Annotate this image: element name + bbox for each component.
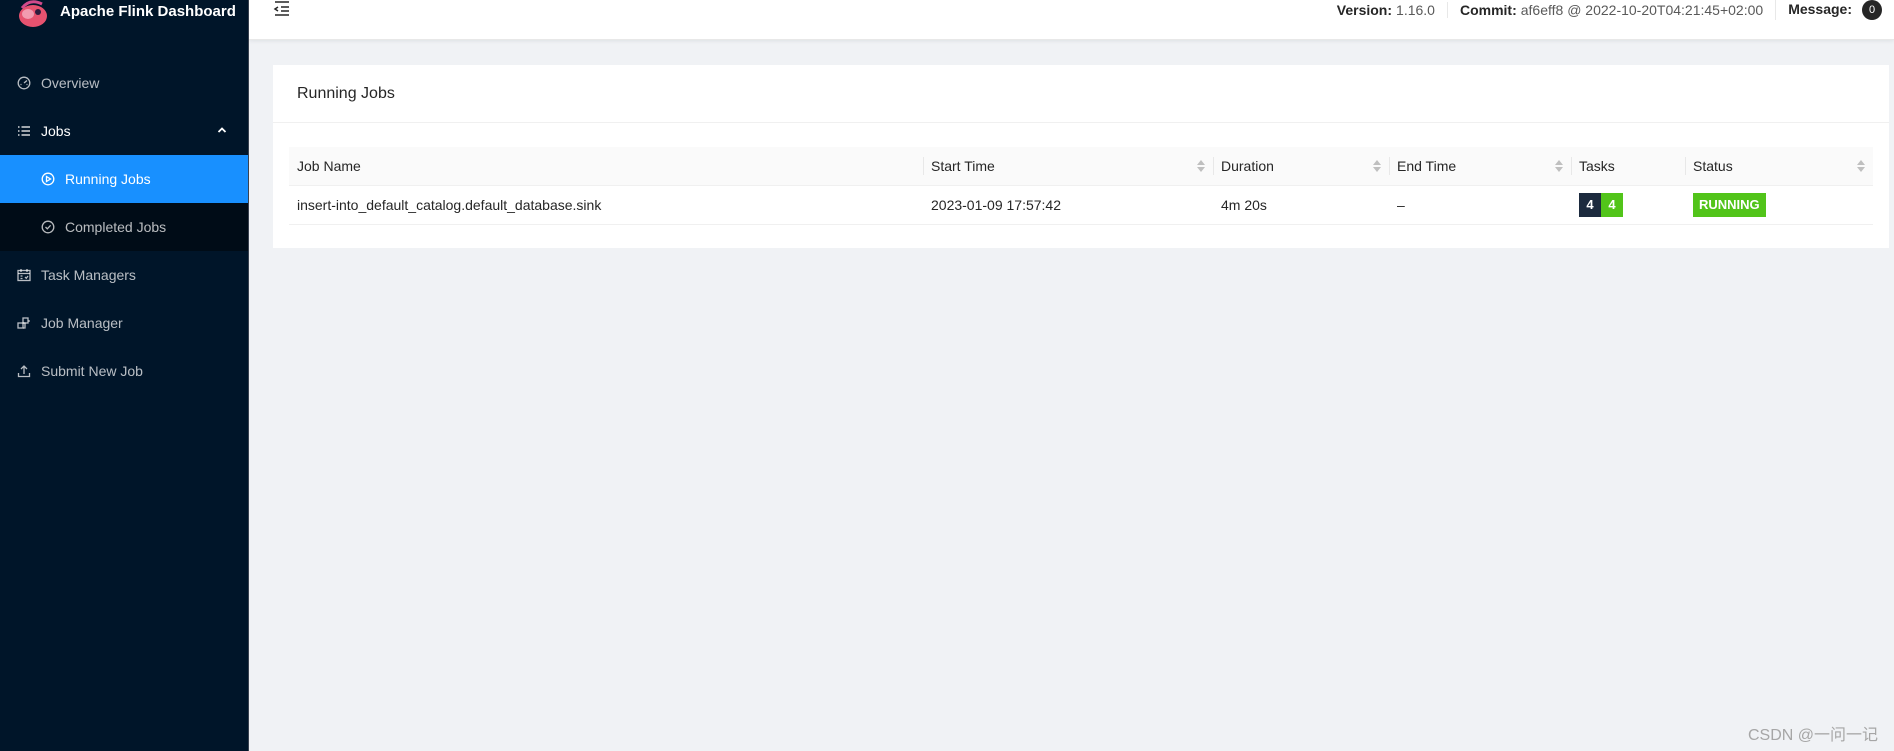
page-title: Running Jobs	[273, 65, 1889, 123]
schedule-icon	[17, 268, 31, 282]
sort-icon[interactable]	[1555, 160, 1563, 172]
jobs-table-wrap: Job Name Start Time Duration End Time Ta…	[273, 123, 1889, 225]
message-count-badge[interactable]: 0	[1862, 0, 1882, 20]
sidebar: Apache Flink Dashboard Overview Jobs Run…	[0, 0, 249, 751]
sidebar-menu: Overview Jobs Running Jobs Completed Job…	[0, 59, 248, 395]
column-divider	[1213, 157, 1214, 175]
build-icon	[17, 316, 31, 330]
column-divider	[923, 157, 924, 175]
sort-icon[interactable]	[1197, 160, 1205, 172]
sidebar-item-label: Completed Jobs	[65, 219, 167, 235]
app-title: Apache Flink Dashboard	[60, 2, 236, 20]
message-info[interactable]: Message: 0	[1775, 0, 1894, 20]
menu-fold-icon[interactable]	[273, 0, 291, 16]
cell-job-name: insert-into_default_catalog.default_data…	[289, 185, 923, 225]
sidebar-item-label: Task Managers	[41, 267, 136, 283]
sidebar-item-task-managers[interactable]: Task Managers	[0, 251, 248, 299]
sidebar-item-job-manager[interactable]: Job Manager	[0, 299, 248, 347]
column-header-job-name: Job Name	[289, 147, 923, 186]
version-value: 1.16.0	[1396, 2, 1435, 18]
play-circle-icon	[41, 172, 55, 186]
column-header-end-time[interactable]: End Time	[1389, 147, 1571, 186]
chevron-up-icon	[217, 127, 227, 133]
sidebar-item-submit-new-job[interactable]: Submit New Job	[0, 347, 248, 395]
commit-info: Commit: af6eff8 @ 2022-10-20T04:21:45+02:…	[1446, 2, 1775, 18]
sidebar-item-label: Job Manager	[41, 315, 123, 331]
tasks-total: 4	[1579, 192, 1601, 217]
dashboard-icon	[17, 76, 31, 90]
cell-start-time: 2023-01-09 17:57:42	[923, 185, 1213, 225]
column-divider	[1571, 157, 1572, 175]
sidebar-item-overview[interactable]: Overview	[0, 59, 248, 107]
column-divider	[1685, 157, 1686, 175]
column-divider	[1389, 157, 1390, 175]
brand[interactable]: Apache Flink Dashboard	[0, 0, 248, 34]
cell-tasks: 4 4	[1571, 185, 1685, 225]
watermark: CSDN @一问一记	[1747, 727, 1878, 744]
sidebar-item-label: Jobs	[41, 123, 71, 139]
tasks-running: 4	[1601, 192, 1623, 217]
cell-end-time: –	[1389, 185, 1571, 225]
list-icon	[17, 124, 31, 138]
sort-icon[interactable]	[1373, 160, 1381, 172]
sidebar-item-completed-jobs[interactable]: Completed Jobs	[0, 203, 248, 251]
version-info: Version: 1.16.0	[1336, 2, 1435, 18]
column-header-start-time[interactable]: Start Time	[923, 147, 1213, 186]
status-badge: RUNNING	[1693, 192, 1766, 217]
flink-squirrel-logo	[19, 0, 47, 27]
header-info: Version: 1.16.0 Commit: af6eff8 @ 2022-10-…	[1325, 0, 1894, 20]
upload-icon	[17, 364, 31, 378]
cell-status: RUNNING	[1685, 185, 1873, 225]
sidebar-item-label: Submit New Job	[41, 363, 143, 379]
check-circle-icon	[41, 220, 55, 234]
table-row[interactable]: insert-into_default_catalog.default_data…	[289, 185, 1873, 225]
jobs-table: Job Name Start Time Duration End Time Ta…	[289, 147, 1873, 225]
table-header-row: Job Name Start Time Duration End Time Ta…	[289, 147, 1873, 186]
running-jobs-card: Running Jobs Job Name Start Time Duratio…	[273, 65, 1889, 248]
sidebar-item-jobs[interactable]: Jobs	[0, 107, 248, 155]
sidebar-item-running-jobs[interactable]: Running Jobs	[0, 155, 248, 203]
cell-duration: 4m 20s	[1213, 185, 1389, 225]
commit-value: af6eff8 @ 2022-10-20T04:21:45+02:00	[1520, 2, 1764, 18]
column-header-duration[interactable]: Duration	[1213, 147, 1389, 186]
sort-icon[interactable]	[1857, 160, 1865, 172]
jobs-submenu: Running Jobs Completed Jobs	[0, 155, 248, 251]
column-header-tasks: Tasks	[1571, 147, 1685, 186]
sidebar-item-label: Overview	[41, 75, 100, 91]
sidebar-item-label: Running Jobs	[65, 171, 151, 187]
top-header: Version: 1.16.0 Commit: af6eff8 @ 2022-10-…	[249, 0, 1894, 40]
column-header-status[interactable]: Status	[1685, 147, 1873, 186]
task-status-badge: 4 4	[1579, 192, 1623, 217]
